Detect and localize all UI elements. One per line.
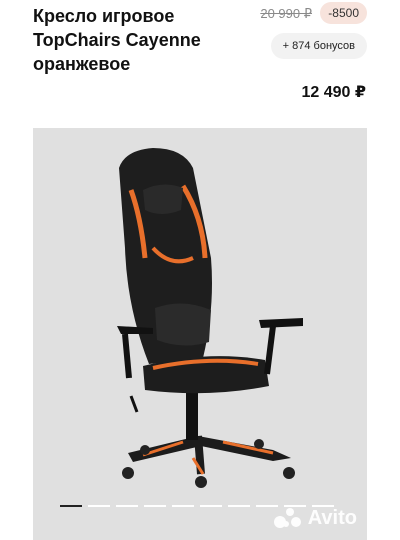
gallery-dot-7[interactable] bbox=[228, 505, 250, 507]
watermark-text: Avito bbox=[307, 506, 357, 529]
chair-base bbox=[122, 435, 295, 488]
gas-lift bbox=[186, 388, 198, 440]
gallery-dot-1[interactable] bbox=[60, 505, 82, 507]
avito-logo-icon bbox=[273, 508, 301, 528]
lumbar-pillow bbox=[155, 303, 211, 346]
discount-badge: -8500 bbox=[320, 2, 367, 24]
avito-watermark: Avito bbox=[272, 506, 357, 530]
gaming-chair-image bbox=[117, 148, 303, 488]
product-gallery[interactable]: Avito bbox=[33, 128, 367, 540]
current-price: 12 490 ₽ bbox=[301, 84, 366, 101]
gallery-dot-4[interactable] bbox=[144, 505, 166, 507]
gallery-dot-2[interactable] bbox=[88, 505, 110, 507]
right-armrest bbox=[259, 318, 303, 328]
gallery-dot-5[interactable] bbox=[172, 505, 194, 507]
headrest-pillow bbox=[143, 184, 183, 214]
product-title: Кресло игровое TopChairs Cayenne оранжев… bbox=[33, 6, 201, 74]
bonus-badge[interactable]: + 874 бонусов bbox=[270, 33, 367, 59]
old-price: 20 990 ₽ bbox=[260, 6, 312, 21]
gallery-dot-6[interactable] bbox=[200, 505, 222, 507]
gallery-dot-3[interactable] bbox=[116, 505, 138, 507]
